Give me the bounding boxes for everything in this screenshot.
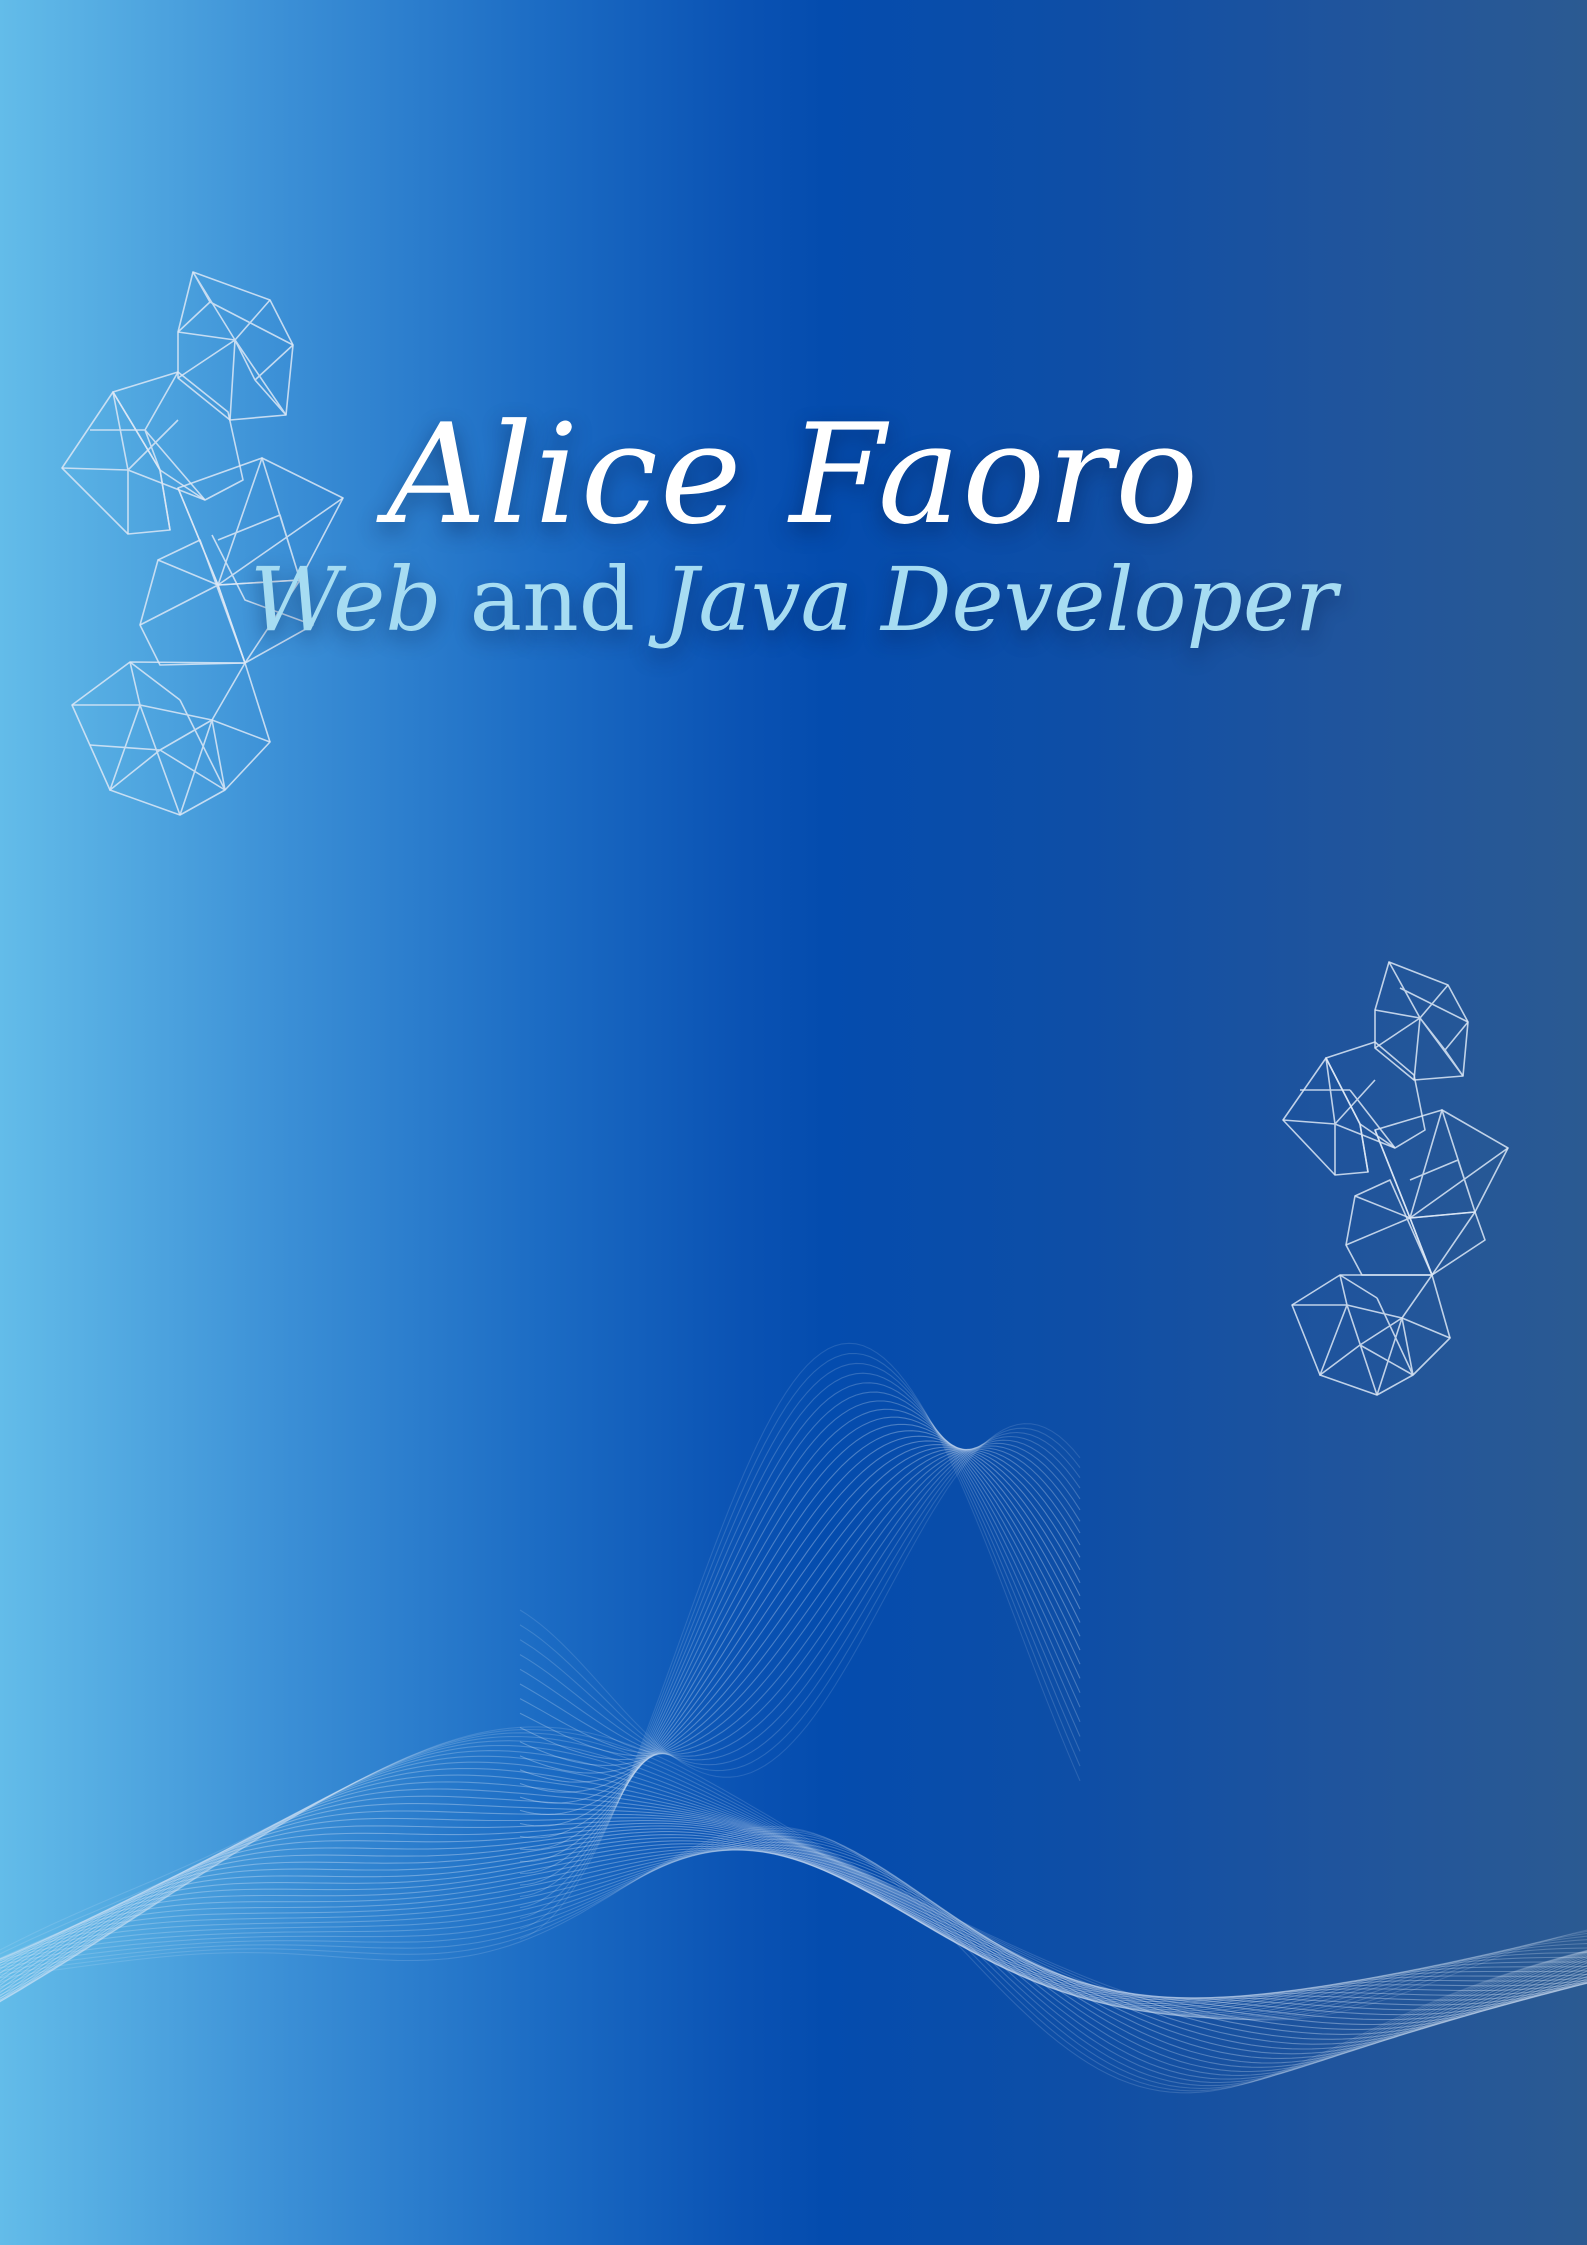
- job-title-java-developer: Java Developer: [663, 548, 1338, 651]
- wave-line: [519, 1447, 1081, 1757]
- job-title-web: Web: [249, 548, 442, 651]
- wave-line: [0, 1744, 1587, 2019]
- job-title-and: and: [441, 548, 664, 651]
- polygon-mesh-decoration-right: [1282, 961, 1509, 1396]
- job-title: Web and Java Developer: [0, 545, 1587, 655]
- wave-line: [0, 1728, 1587, 2021]
- wave-line: [0, 1848, 1587, 2064]
- wave-line: [0, 1740, 1587, 2019]
- wave-line: [519, 1430, 1081, 1827]
- wave-line: [0, 1774, 1587, 2012]
- wave-lines-decoration: [0, 1342, 1587, 2094]
- wave-line: [0, 1849, 1587, 2059]
- cover-page: Alice Faoro Web and Java Developer: [0, 0, 1587, 2245]
- wave-line: [0, 1849, 1587, 2055]
- wave-line: [519, 1446, 1081, 1783]
- wave-line: [519, 1423, 1081, 1839]
- wave-line: [0, 1726, 1587, 2021]
- author-name: Alice Faoro: [386, 394, 1201, 555]
- wave-line: [0, 1844, 1587, 2073]
- title-block: Alice Faoro Web and Java Developer: [0, 395, 1587, 655]
- wave-line: [519, 1427, 1081, 1772]
- wave-line: [519, 1448, 1081, 1774]
- wave-line: [519, 1444, 1081, 1793]
- decoration-layer: [0, 271, 1587, 2094]
- wave-line: [0, 1755, 1587, 2017]
- wave-line: [0, 1788, 1587, 2009]
- wave-line: [0, 1761, 1587, 2015]
- wave-line: [0, 1732, 1587, 2021]
- wave-line: [519, 1448, 1081, 1766]
- wave-line: [0, 1767, 1587, 2014]
- wave-line: [519, 1435, 1081, 1761]
- wave-line: [0, 1831, 1587, 2021]
